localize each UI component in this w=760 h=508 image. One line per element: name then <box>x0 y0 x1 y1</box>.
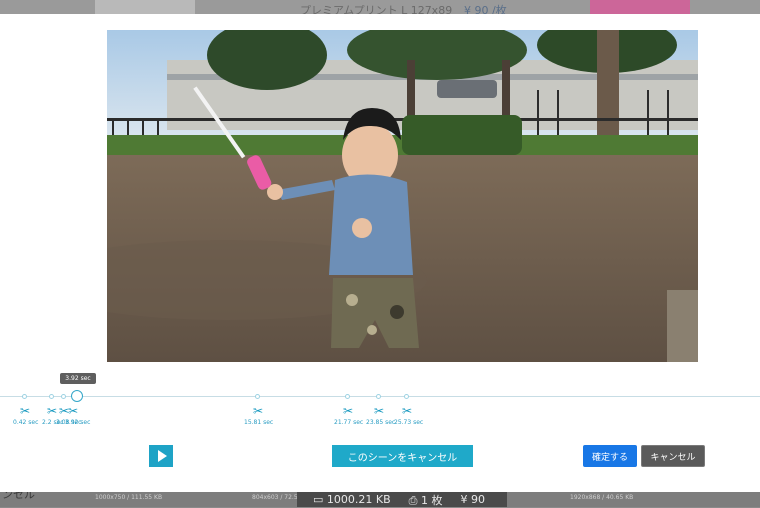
disk-icon: ▭ <box>313 493 324 506</box>
scissors-icon[interactable]: ✂ <box>373 405 385 417</box>
background-thumb <box>590 0 690 14</box>
cancel-scene-button[interactable]: このシーンをキャンセル <box>332 445 473 467</box>
timeline-tick <box>404 394 409 399</box>
scene-time-label: 25.73 sec <box>394 419 424 426</box>
scissors-icon[interactable]: ✂ <box>46 405 58 417</box>
cancel-button[interactable]: キャンセル <box>641 445 705 467</box>
file-size: ▭ 1000.21 KB <box>313 493 391 506</box>
video-frame-image <box>107 30 698 362</box>
scene-time-label: 3.92 sec <box>65 419 91 426</box>
scene-time-label: 15.81 sec <box>244 419 274 426</box>
timeline-tick <box>345 394 350 399</box>
current-time-tooltip: 3.92 sec <box>60 373 96 384</box>
play-icon <box>157 450 167 462</box>
timeline-tick <box>22 394 27 399</box>
scene-time-label: 23.85 sec <box>366 419 396 426</box>
scissors-icon[interactable]: ✂ <box>252 405 264 417</box>
play-button[interactable] <box>149 445 173 467</box>
video-frame <box>107 30 698 362</box>
print-count: ⎙ 1 枚 <box>408 493 443 507</box>
scene-time-label: 0.42 sec <box>13 419 39 426</box>
order-summary-bar: ▭ 1000.21 KB ⎙ 1 枚 ¥ 90 <box>297 492 507 507</box>
background-caption: 1920x868 / 40.65 KB <box>570 494 634 501</box>
scissors-icon[interactable]: ✂ <box>401 405 413 417</box>
background-caption: 1000x750 / 111.55 KB <box>95 494 163 501</box>
confirm-button[interactable]: 確定する <box>583 445 637 467</box>
printer-icon: ⎙ <box>408 493 418 507</box>
scene-editor-modal: 3.92 sec ✂ ✂ ✂ ✂ ✂ ✂ ✂ ✂ 0.42 sec 2.2 se… <box>0 14 760 492</box>
scene-time-label: 21.77 sec <box>334 419 364 426</box>
timeline-tick <box>376 394 381 399</box>
scissors-icon[interactable]: ✂ <box>67 405 79 417</box>
background-thumb <box>95 0 195 14</box>
timeline-playhead[interactable] <box>71 390 83 402</box>
timeline-tick <box>49 394 54 399</box>
total-price: ¥ 90 <box>460 493 485 506</box>
timeline-tick <box>255 394 260 399</box>
scissors-icon[interactable]: ✂ <box>342 405 354 417</box>
timeline-tick <box>61 394 66 399</box>
scissors-icon[interactable]: ✂ <box>19 405 31 417</box>
